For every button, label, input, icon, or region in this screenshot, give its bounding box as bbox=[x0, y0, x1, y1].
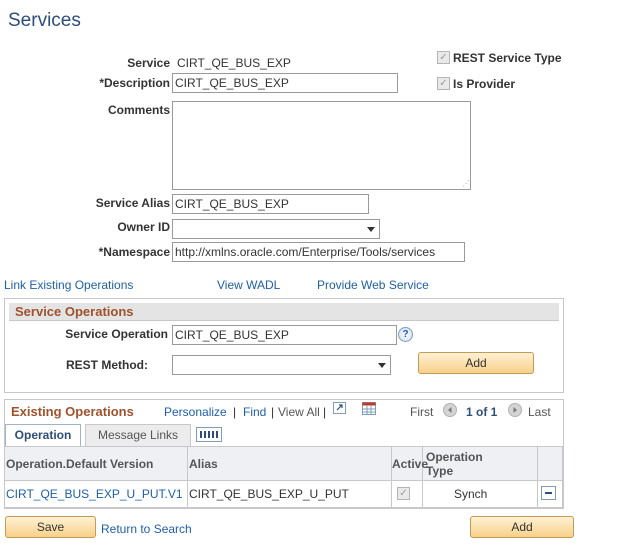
dropdown-arrow-icon bbox=[378, 363, 386, 368]
first-arrow-icon[interactable] bbox=[443, 403, 457, 417]
separator: | bbox=[323, 405, 327, 419]
col-operation-header[interactable]: Operation.Default Version bbox=[6, 457, 153, 471]
checkbox-checked-icon: ✓ bbox=[439, 78, 448, 89]
tab-operation[interactable]: Operation bbox=[5, 424, 81, 446]
download-grid-icon[interactable] bbox=[362, 402, 376, 415]
left-triangle bbox=[448, 407, 452, 413]
zoom-glyph bbox=[336, 404, 343, 411]
return-to-search-link[interactable]: Return to Search bbox=[101, 522, 192, 536]
existing-operations-header: Existing Operations bbox=[11, 404, 134, 419]
checkbox-checked-icon: ✓ bbox=[439, 52, 448, 63]
tab-message-links[interactable]: Message Links bbox=[85, 424, 191, 446]
col-operation-type-header-line1[interactable]: Operation bbox=[426, 450, 483, 464]
service-value: CIRT_QE_BUS_EXP bbox=[177, 56, 291, 70]
dropdown-arrow-icon bbox=[367, 227, 375, 232]
columns-glyph bbox=[200, 431, 218, 438]
description-input[interactable]: CIRT_QE_BUS_EXP bbox=[172, 73, 398, 93]
provide-web-service-link[interactable]: Provide Web Service bbox=[317, 278, 429, 292]
description-label: *Description bbox=[99, 76, 170, 90]
service-operation-label: Service Operation bbox=[65, 327, 168, 341]
first-link[interactable]: First bbox=[410, 405, 433, 419]
checkbox-checked-icon: ✓ bbox=[399, 488, 408, 499]
column-divider bbox=[537, 447, 538, 507]
namespace-input[interactable]: http://xmlns.oracle.com/Enterprise/Tools… bbox=[172, 242, 465, 262]
last-link[interactable]: Last bbox=[528, 405, 551, 419]
namespace-label: *Namespace bbox=[98, 245, 170, 259]
rest-method-select[interactable] bbox=[172, 355, 391, 375]
download-grid-glyph bbox=[362, 402, 376, 415]
service-operation-input[interactable]: CIRT_QE_BUS_EXP bbox=[172, 325, 397, 345]
pager-status: 1 of 1 bbox=[466, 405, 498, 419]
rest-service-type-checkbox[interactable]: ✓ bbox=[437, 51, 450, 64]
row-alias: CIRT_QE_BUS_EXP_U_PUT bbox=[189, 487, 349, 501]
comments-textarea[interactable] bbox=[172, 101, 471, 190]
rest-service-type-label: REST Service Type bbox=[453, 51, 562, 65]
service-label: Service bbox=[127, 56, 170, 70]
show-all-columns-icon[interactable] bbox=[196, 427, 222, 442]
right-triangle bbox=[513, 407, 517, 413]
column-divider bbox=[391, 447, 392, 507]
find-link[interactable]: Find bbox=[243, 405, 266, 419]
row-active-checkbox[interactable]: ✓ bbox=[397, 487, 410, 500]
col-active-header[interactable]: Active bbox=[392, 457, 428, 471]
owner-id-label: Owner ID bbox=[117, 220, 170, 234]
separator: | bbox=[271, 405, 275, 419]
help-icon[interactable]: ? bbox=[398, 327, 413, 342]
column-divider bbox=[187, 447, 188, 507]
column-divider bbox=[422, 447, 423, 507]
zoom-icon[interactable] bbox=[333, 402, 346, 414]
service-alias-label: Service Alias bbox=[95, 196, 170, 210]
add-service-operation-button[interactable]: Add bbox=[418, 352, 534, 374]
service-alias-input[interactable]: CIRT_QE_BUS_EXP bbox=[172, 194, 369, 214]
separator: | bbox=[233, 405, 237, 419]
personalize-link[interactable]: Personalize bbox=[164, 405, 227, 419]
owner-id-select[interactable] bbox=[172, 219, 380, 239]
last-arrow-icon[interactable] bbox=[508, 403, 522, 417]
service-operations-group: Service Operations bbox=[4, 298, 564, 393]
page-title: Services bbox=[8, 10, 81, 31]
rest-method-label: REST Method: bbox=[66, 358, 148, 372]
service-operations-header: Service Operations bbox=[9, 303, 559, 321]
delete-row-icon[interactable] bbox=[541, 486, 556, 500]
add-button[interactable]: Add bbox=[470, 516, 574, 538]
comments-label: Comments bbox=[107, 103, 170, 117]
col-operation-type-header-line2[interactable]: Type bbox=[426, 464, 453, 478]
row-operation-type: Synch bbox=[454, 487, 488, 501]
link-existing-operations-link[interactable]: Link Existing Operations bbox=[4, 278, 133, 292]
row-operation-link[interactable]: CIRT_QE_BUS_EXP_U_PUT.V1 bbox=[6, 487, 183, 501]
is-provider-label: Is Provider bbox=[453, 77, 516, 91]
col-alias-header[interactable]: Alias bbox=[189, 457, 218, 471]
is-provider-checkbox[interactable]: ✓ bbox=[437, 77, 450, 90]
resize-grip-icon[interactable]: ⋰ bbox=[462, 180, 470, 188]
view-wadl-link[interactable]: View WADL bbox=[217, 278, 280, 292]
save-button[interactable]: Save bbox=[5, 516, 96, 538]
view-all-link[interactable]: View All bbox=[278, 405, 320, 419]
